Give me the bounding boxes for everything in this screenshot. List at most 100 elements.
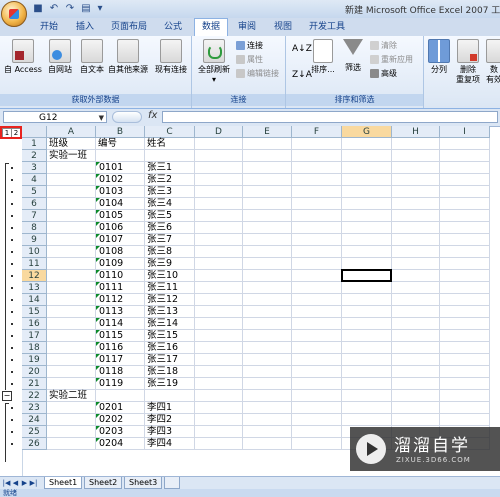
cell-b8[interactable]: 0106 bbox=[96, 222, 145, 234]
cell-c11[interactable]: 张三9 bbox=[145, 258, 195, 270]
cell-c3[interactable]: 张三1 bbox=[145, 162, 195, 174]
cell-e1[interactable] bbox=[243, 138, 292, 150]
cell-d26[interactable] bbox=[195, 438, 243, 450]
cell-c4[interactable]: 张三2 bbox=[145, 174, 195, 186]
cell-g23[interactable] bbox=[342, 402, 392, 414]
cell-h21[interactable] bbox=[392, 378, 440, 390]
cell-i9[interactable] bbox=[440, 234, 490, 246]
cell-b14[interactable]: 0112 bbox=[96, 294, 145, 306]
formula-input[interactable] bbox=[162, 111, 498, 123]
cell-h22[interactable] bbox=[392, 390, 440, 402]
cell-g18[interactable] bbox=[342, 342, 392, 354]
cell-f26[interactable] bbox=[292, 438, 342, 450]
cell-i22[interactable] bbox=[440, 390, 490, 402]
cell-i24[interactable] bbox=[440, 414, 490, 426]
cell-a10[interactable] bbox=[47, 246, 96, 258]
cell-e9[interactable] bbox=[243, 234, 292, 246]
cell-i5[interactable] bbox=[440, 186, 490, 198]
row-header-17[interactable]: 17 bbox=[22, 330, 47, 342]
row-header-5[interactable]: 5 bbox=[22, 186, 47, 198]
cell-d23[interactable] bbox=[195, 402, 243, 414]
cell-c1[interactable]: 姓名 bbox=[145, 138, 195, 150]
cell-i12[interactable] bbox=[440, 270, 490, 282]
from-web-button[interactable]: 自网站 bbox=[44, 39, 76, 75]
cell-b1[interactable]: 编号 bbox=[96, 138, 145, 150]
column-header-a[interactable]: A bbox=[47, 126, 96, 138]
sheet-tab-sheet3[interactable]: Sheet3 bbox=[124, 477, 163, 489]
cell-d21[interactable] bbox=[195, 378, 243, 390]
cell-f15[interactable] bbox=[292, 306, 342, 318]
row-header-23[interactable]: 23 bbox=[22, 402, 47, 414]
cell-h15[interactable] bbox=[392, 306, 440, 318]
cell-a9[interactable] bbox=[47, 234, 96, 246]
insert-sheet-icon[interactable] bbox=[164, 477, 180, 489]
cell-a6[interactable] bbox=[47, 198, 96, 210]
insert-function-icon[interactable]: fx bbox=[148, 110, 157, 121]
cell-h23[interactable] bbox=[392, 402, 440, 414]
cell-i7[interactable] bbox=[440, 210, 490, 222]
row-header-4[interactable]: 4 bbox=[22, 174, 47, 186]
cell-d9[interactable] bbox=[195, 234, 243, 246]
cell-f1[interactable] bbox=[292, 138, 342, 150]
row-header-15[interactable]: 15 bbox=[22, 306, 47, 318]
cell-e25[interactable] bbox=[243, 426, 292, 438]
cell-d16[interactable] bbox=[195, 318, 243, 330]
tab-data[interactable]: 数据 bbox=[194, 18, 228, 37]
cell-i20[interactable] bbox=[440, 366, 490, 378]
cell-i6[interactable] bbox=[440, 198, 490, 210]
cell-e23[interactable] bbox=[243, 402, 292, 414]
cell-i13[interactable] bbox=[440, 282, 490, 294]
cell-a20[interactable] bbox=[47, 366, 96, 378]
cell-a19[interactable] bbox=[47, 354, 96, 366]
cell-g9[interactable] bbox=[342, 234, 392, 246]
cell-c12[interactable]: 张三10 bbox=[145, 270, 195, 282]
column-header-f[interactable]: F bbox=[292, 126, 342, 138]
row-header-1[interactable]: 1 bbox=[22, 138, 47, 150]
cell-d10[interactable] bbox=[195, 246, 243, 258]
cell-d5[interactable] bbox=[195, 186, 243, 198]
office-button[interactable] bbox=[1, 1, 27, 27]
cell-e22[interactable] bbox=[243, 390, 292, 402]
worksheet-grid[interactable]: ABCDEFGHI − 1 班级 编号 姓名 2 实验一班 3 0101 张三1 4 0102 张三2… bbox=[0, 126, 500, 476]
cell-e21[interactable] bbox=[243, 378, 292, 390]
cell-b18[interactable]: 0116 bbox=[96, 342, 145, 354]
cell-g10[interactable] bbox=[342, 246, 392, 258]
reapply-button[interactable]: 重新应用 bbox=[370, 54, 413, 65]
cell-e15[interactable] bbox=[243, 306, 292, 318]
cell-d14[interactable] bbox=[195, 294, 243, 306]
formula-bar-splitter[interactable] bbox=[112, 111, 142, 123]
cell-h6[interactable] bbox=[392, 198, 440, 210]
cell-d4[interactable] bbox=[195, 174, 243, 186]
cell-c22[interactable] bbox=[145, 390, 195, 402]
column-header-c[interactable]: C bbox=[145, 126, 195, 138]
cell-i3[interactable] bbox=[440, 162, 490, 174]
cell-e10[interactable] bbox=[243, 246, 292, 258]
row-header-16[interactable]: 16 bbox=[22, 318, 47, 330]
cell-h14[interactable] bbox=[392, 294, 440, 306]
cell-h5[interactable] bbox=[392, 186, 440, 198]
cell-g15[interactable] bbox=[342, 306, 392, 318]
row-header-6[interactable]: 6 bbox=[22, 198, 47, 210]
redo-icon[interactable]: ↷ bbox=[64, 3, 76, 15]
cell-d8[interactable] bbox=[195, 222, 243, 234]
clear-filter-button[interactable]: 清除 bbox=[370, 40, 397, 51]
first-sheet-icon[interactable]: |◀ bbox=[2, 478, 11, 488]
tab-insert[interactable]: 插入 bbox=[70, 19, 100, 35]
name-box[interactable]: G12 ▼ bbox=[3, 111, 107, 123]
cell-i10[interactable] bbox=[440, 246, 490, 258]
cell-f5[interactable] bbox=[292, 186, 342, 198]
cell-a17[interactable] bbox=[47, 330, 96, 342]
cell-h7[interactable] bbox=[392, 210, 440, 222]
cell-c26[interactable]: 李四4 bbox=[145, 438, 195, 450]
row-header-24[interactable]: 24 bbox=[22, 414, 47, 426]
cell-h4[interactable] bbox=[392, 174, 440, 186]
row-header-25[interactable]: 25 bbox=[22, 426, 47, 438]
cell-d11[interactable] bbox=[195, 258, 243, 270]
cell-c25[interactable]: 李四3 bbox=[145, 426, 195, 438]
remove-duplicates-button[interactable]: 删除 重复项 bbox=[454, 39, 482, 85]
cell-f13[interactable] bbox=[292, 282, 342, 294]
cell-f22[interactable] bbox=[292, 390, 342, 402]
cell-c6[interactable]: 张三4 bbox=[145, 198, 195, 210]
cell-e8[interactable] bbox=[243, 222, 292, 234]
cell-d1[interactable] bbox=[195, 138, 243, 150]
